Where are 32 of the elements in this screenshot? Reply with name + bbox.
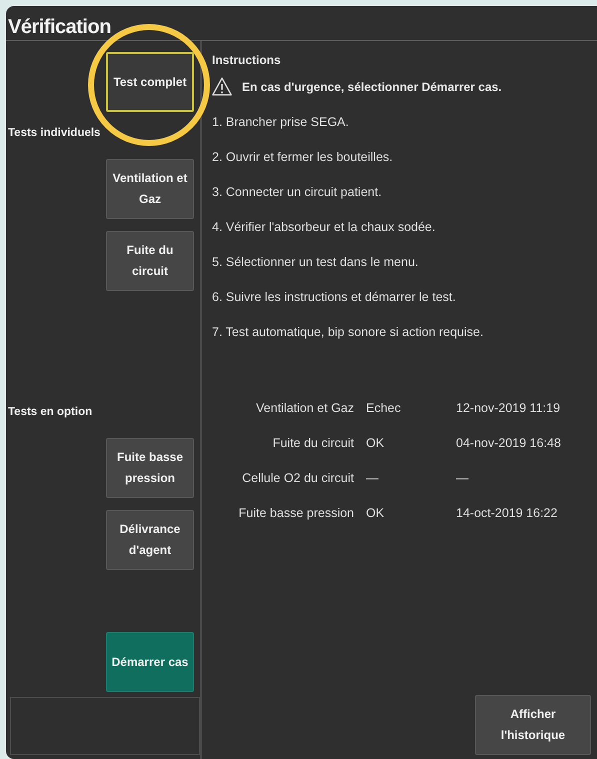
test-date: — bbox=[456, 471, 470, 485]
instructions-heading: Instructions bbox=[212, 53, 282, 67]
test-button[interactable]: Délivrance d'agent bbox=[106, 510, 194, 570]
test-date: 04-nov-2019 16:48 bbox=[456, 436, 562, 450]
test-date: 12-nov-2019 11:19 bbox=[456, 401, 562, 415]
history-button[interactable]: Afficher l'historique bbox=[475, 695, 591, 755]
test-name: Ventilation et Gaz bbox=[255, 401, 354, 415]
instruction-step: 4. Vérifier l'absorbeur et la chaux sodée. bbox=[212, 219, 591, 236]
test-status: OK bbox=[366, 436, 386, 450]
instruction-step: 3. Connecter un circuit patient. bbox=[212, 184, 591, 201]
test-status: Echec bbox=[366, 401, 402, 415]
test-name: Cellule O2 du circuit bbox=[241, 471, 354, 485]
warning-text: En cas d'urgence, sélectionner Démarrer cas. bbox=[242, 80, 502, 94]
test-status: — bbox=[366, 471, 380, 485]
start-case-button[interactable]: Démarrer cas bbox=[106, 632, 194, 692]
window-title: Vérification bbox=[8, 15, 111, 40]
instruction-step: 6. Suivre les instructions et démarrer le test. bbox=[212, 289, 591, 306]
section-heading: Tests en option bbox=[7, 406, 92, 418]
test-status: OK bbox=[366, 506, 386, 520]
instruction-step: 1. Brancher prise SEGA. bbox=[212, 114, 591, 131]
instruction-step: 2. Ouvrir et fermer les bouteilles. bbox=[212, 149, 591, 166]
test-name: Fuite du circuit bbox=[272, 436, 354, 450]
warning-icon bbox=[212, 77, 232, 96]
test-button[interactable]: Ventilation et Gaz bbox=[106, 159, 194, 219]
test-button[interactable]: Fuite du circuit bbox=[106, 231, 194, 291]
test-button[interactable]: Fuite basse pression bbox=[106, 438, 194, 498]
section-heading: Tests individuels bbox=[7, 127, 100, 139]
instruction-step: 7. Test automatique, bip sonore si action requise. bbox=[212, 324, 591, 341]
test-name: Fuite basse pression bbox=[238, 506, 354, 520]
instruction-step: 5. Sélectionner un test dans le menu. bbox=[212, 254, 591, 271]
test-button[interactable]: Test complet bbox=[106, 52, 194, 112]
test-date: 14-oct-2019 16:22 bbox=[456, 506, 558, 520]
